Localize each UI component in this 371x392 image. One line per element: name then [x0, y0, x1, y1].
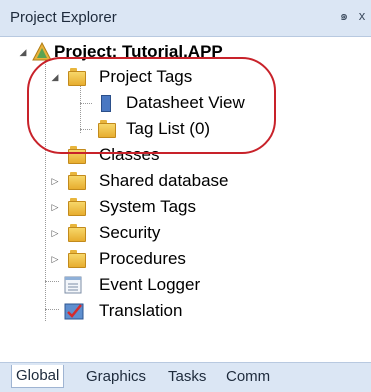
tree-node-label: Procedures: [99, 249, 186, 268]
tree-node-tag-list[interactable]: Tag List (0): [0, 117, 371, 141]
folder-icon: [68, 146, 86, 164]
collapse-arrow-icon[interactable]: ◢: [50, 72, 60, 82]
expand-arrow-icon[interactable]: ▷: [50, 202, 60, 212]
folder-icon: [68, 250, 86, 268]
pin-icon[interactable]: ๑: [336, 7, 352, 25]
tree-node-classes[interactable]: Classes: [0, 143, 371, 167]
tree-node-label: Classes: [99, 145, 160, 164]
tree-node-label: Tag List (0): [126, 119, 211, 138]
tree-node-translation[interactable]: Translation: [0, 299, 371, 323]
tree-node-label: Shared database: [99, 171, 229, 190]
panel-title: Project Explorer: [10, 9, 117, 26]
tree-node-event-logger[interactable]: Event Logger: [0, 273, 371, 297]
close-icon[interactable]: x: [354, 7, 370, 25]
expand-arrow-icon[interactable]: ▷: [50, 176, 60, 186]
tab-tasks[interactable]: Tasks: [168, 366, 206, 388]
folder-icon: [68, 172, 86, 190]
project-tree: ◢ Project: Tutorial.APP ◢ Project Tags D…: [0, 37, 371, 357]
folder-icon: [98, 120, 116, 138]
tree-node-label: Event Logger: [99, 275, 201, 294]
tree-node-label: Security: [99, 223, 161, 242]
folder-icon: [68, 198, 86, 216]
collapse-arrow-icon[interactable]: ◢: [18, 47, 28, 57]
tab-comm[interactable]: Comm: [226, 366, 270, 388]
tree-node-label: Datasheet View: [126, 93, 245, 112]
panel-titlebar: Project Explorer ๑ x: [0, 0, 371, 37]
expand-arrow-icon[interactable]: ▷: [50, 254, 60, 264]
bottom-tab-bar: Global Graphics Tasks Comm: [0, 362, 371, 392]
project-icon: [32, 42, 52, 61]
translation-icon: [64, 303, 84, 320]
tab-graphics[interactable]: Graphics: [86, 366, 146, 388]
datasheet-icon: [98, 94, 116, 112]
folder-icon: [68, 68, 86, 86]
tree-node-security[interactable]: ▷ Security: [0, 221, 371, 245]
folder-icon: [68, 224, 86, 242]
expand-arrow-icon[interactable]: ▷: [50, 228, 60, 238]
tree-node-label: Project: Tutorial.APP: [54, 42, 223, 61]
tree-node-shared-database[interactable]: ▷ Shared database: [0, 169, 371, 193]
tree-node-project-tags[interactable]: ◢ Project Tags: [0, 65, 371, 89]
tree-node-datasheet-view[interactable]: Datasheet View: [0, 91, 371, 115]
tree-node-root[interactable]: ◢ Project: Tutorial.APP: [0, 40, 371, 64]
event-logger-icon: [64, 276, 82, 294]
tree-node-procedures[interactable]: ▷ Procedures: [0, 247, 371, 271]
tree-node-label: System Tags: [99, 197, 197, 216]
tree-node-label: Translation: [99, 301, 183, 320]
tree-node-label: Project Tags: [99, 67, 193, 86]
tab-global[interactable]: Global: [11, 365, 65, 388]
project-explorer-panel: Project Explorer ๑ x ◢ Project: Tutorial…: [0, 0, 371, 392]
tree-node-system-tags[interactable]: ▷ System Tags: [0, 195, 371, 219]
